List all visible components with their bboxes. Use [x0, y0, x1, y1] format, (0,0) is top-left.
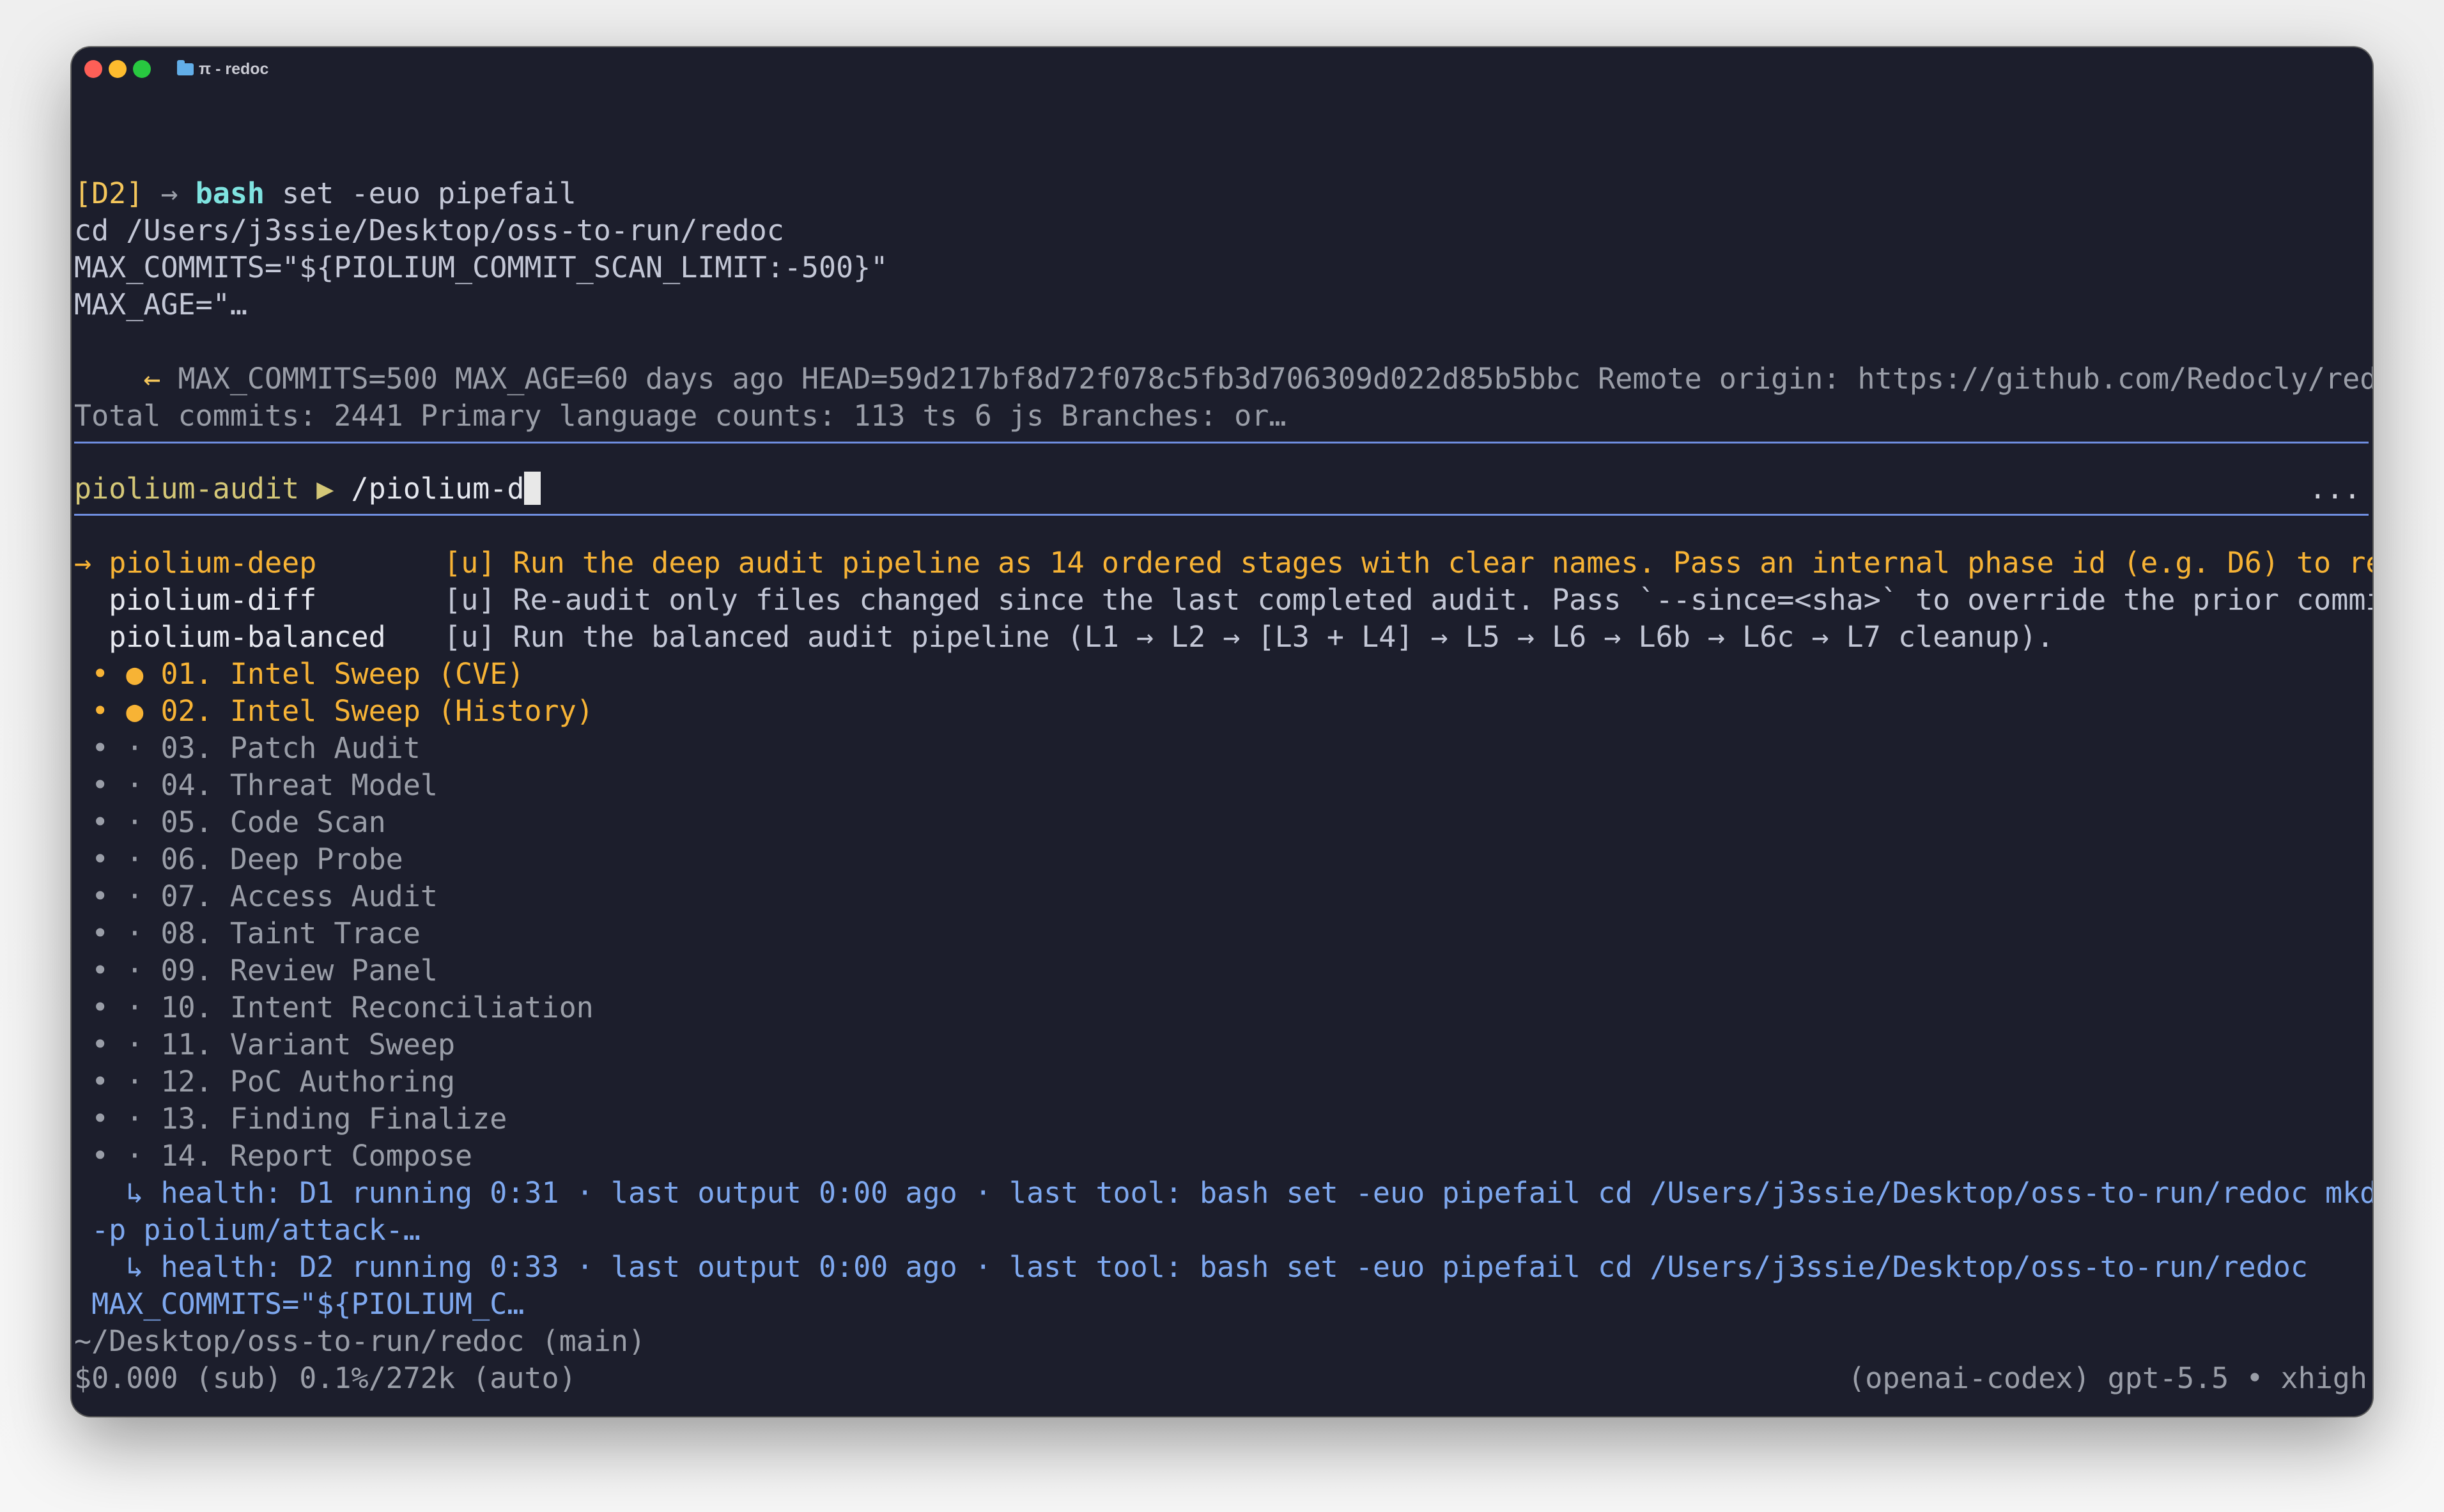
- arrow-icon: →: [160, 176, 178, 210]
- suggestion-marker: [74, 620, 91, 654]
- return-arrow-icon: ←: [143, 362, 161, 396]
- tool-output-text: MAX_COMMITS=500 MAX_AGE=60 days ago HEAD…: [160, 362, 2372, 396]
- health-status-line: ↳ health: D2 running 0:33 · last output …: [74, 1250, 2308, 1284]
- stage-item: • · 11. Variant Sweep: [74, 1028, 456, 1061]
- suggestion-item[interactable]: piolium-balanced [u] Run the balanced aud…: [74, 619, 2054, 656]
- stage-item: • · 05. Code Scan: [74, 805, 386, 839]
- history-line: MAX_AGE="…: [74, 288, 247, 321]
- stage-item: • · 13. Finding Finalize: [74, 1102, 507, 1136]
- command-args: set -euo pipefail: [265, 176, 576, 210]
- footer-cwd: ~/Desktop/oss-to-run/redoc (main): [74, 1324, 646, 1358]
- stage-item-running: • ● 01. Intel Sweep (CVE): [74, 657, 525, 691]
- more-indicator[interactable]: ...: [2309, 470, 2361, 507]
- health-status-line: ↳ health: D1 running 0:31 · last output …: [74, 1176, 2372, 1210]
- suggestion-description: [u] Run the balanced audit pipeline (L1 …: [444, 620, 2054, 654]
- suggestion-item[interactable]: piolium-diff [u] Re-audit only files chan…: [74, 582, 2372, 619]
- suggestion-command: piolium-diff: [109, 583, 317, 617]
- stage-item: • · 09. Review Panel: [74, 953, 438, 987]
- footer-status: $0.000 (sub) 0.1%/272k (auto) (openai-cod…: [74, 1360, 2369, 1397]
- text-cursor: [524, 472, 541, 505]
- prompt-bottom-divider: [74, 514, 2369, 516]
- suggestion-command: piolium-deep: [109, 546, 317, 580]
- terminal-content[interactable]: [D2] → bash set -euo pipefail cd /Users/…: [74, 47, 2372, 1416]
- history-line: cd /Users/j3ssie/Desktop/oss-to-run/redo…: [74, 213, 784, 247]
- prompt-name: piolium-audit: [74, 472, 300, 505]
- stage-item: • · 04. Threat Model: [74, 768, 438, 802]
- footer-cost: $0.000 (sub) 0.1%/272k (auto): [74, 1361, 576, 1395]
- stage-item: • · 07. Access Audit: [74, 879, 438, 913]
- stage-item: • · 08. Taint Trace: [74, 916, 421, 950]
- health-status-line: -p piolium/attack-…: [74, 1213, 421, 1247]
- stage-item: • · 12. PoC Authoring: [74, 1065, 456, 1099]
- history-line: MAX_COMMITS="${PIOLIUM_COMMIT_SCAN_LIMIT…: [74, 251, 888, 284]
- stage-item: • · 10. Intent Reconciliation: [74, 991, 594, 1024]
- stage-item: • · 06. Deep Probe: [74, 842, 403, 876]
- history-command-line: [D2] → bash set -euo pipefail: [74, 175, 576, 212]
- tool-output-line: Total commits: 2441 Primary language cou…: [74, 399, 1287, 433]
- health-status-line: MAX_COMMITS="${PIOLIUM_C…: [74, 1287, 525, 1321]
- stage-item: • · 14. Report Compose: [74, 1139, 473, 1173]
- phase-tag: [D2]: [74, 176, 144, 210]
- suggestion-item-selected[interactable]: → piolium-deep [u] Run the deep audit pip…: [74, 544, 2372, 582]
- stage-item-running: • ● 02. Intel Sweep (History): [74, 694, 594, 728]
- suggestion-description: [u] Re-audit only files changed since th…: [444, 583, 2372, 617]
- footer-model: (openai-codex) gpt-5.5 • xhigh: [1848, 1361, 2367, 1395]
- stage-item: • · 03. Patch Audit: [74, 731, 421, 765]
- suggestion-command: piolium-balanced: [109, 620, 386, 654]
- tool-output-line: ← MAX_COMMITS=500 MAX_AGE=60 days ago HE…: [74, 360, 2372, 397]
- prompt-separator-icon: ▶: [316, 472, 334, 505]
- prompt-top-divider: [74, 442, 2369, 444]
- selection-arrow-icon: →: [74, 546, 92, 580]
- suggestion-marker: [74, 583, 91, 617]
- terminal-window: π - redoc [D2] → bash set -euo pipefail …: [72, 47, 2372, 1416]
- prompt-input[interactable]: /piolium-d: [351, 472, 524, 505]
- suggestion-description: [u] Run the deep audit pipeline as 14 or…: [444, 546, 2372, 580]
- prompt-line[interactable]: piolium-audit ▶ /piolium-d...: [74, 470, 2369, 507]
- tool-name: bash: [195, 176, 265, 210]
